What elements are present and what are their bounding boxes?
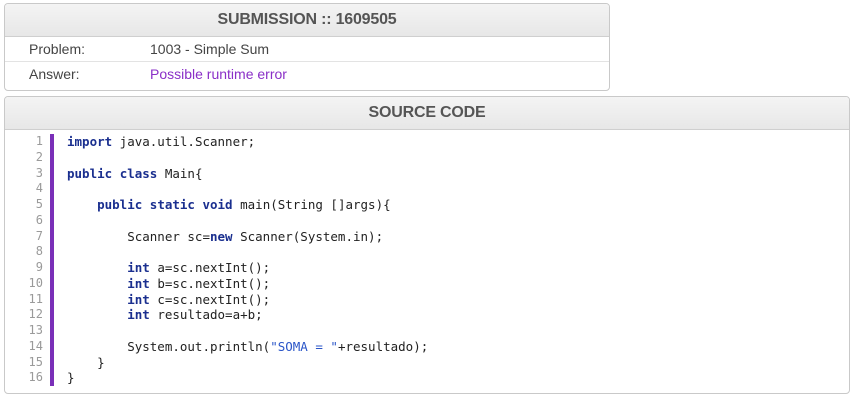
line-number: 11	[28, 291, 43, 306]
code-token: }	[67, 354, 105, 370]
line-number: 16	[28, 370, 43, 385]
code-keyword: import	[67, 134, 113, 149]
code-token: resultado=a+b;	[149, 307, 263, 323]
code-token: }	[67, 370, 75, 386]
answer-value: Possible runtime error	[150, 66, 287, 82]
code-keyword: int	[127, 275, 150, 291]
code-token: Scanner sc=	[67, 228, 210, 244]
line-number: 15	[28, 354, 43, 369]
code-line: public class Main{	[67, 166, 428, 182]
code-line: Scanner sc=new Scanner(System.in);	[67, 229, 428, 245]
line-number: 3	[35, 165, 43, 180]
code-keyword: public	[67, 165, 113, 181]
code-keyword: new	[210, 228, 233, 244]
code-string: "SOMA = "	[270, 338, 338, 354]
line-number-gutter: 1 2 3 4 5 6 7 8 9 10 11 12 13 14 15 16	[5, 134, 43, 386]
code-block[interactable]: import java.util.Scanner; public class M…	[67, 134, 428, 386]
code-line: System.out.println("SOMA = "+resultado);	[67, 339, 428, 355]
code-token: java.util.Scanner;	[112, 134, 256, 149]
gutter-accent-bar	[50, 134, 54, 386]
code-token: +resultado);	[337, 338, 429, 354]
code-token: a=sc.nextInt();	[149, 260, 271, 275]
line-number: 5	[35, 197, 43, 211]
answer-label: Answer:	[29, 66, 80, 82]
line-number: 9	[35, 260, 43, 274]
problem-value: 1003 - Simple Sum	[150, 41, 270, 57]
answer-row: Answer: Possible runtime error	[5, 62, 609, 86]
line-number: 2	[35, 149, 43, 164]
line-number: 12	[28, 307, 43, 322]
submission-panel: SUBMISSION :: 1609505 Problem: 1003 - Si…	[4, 3, 610, 91]
code-keyword: public	[97, 197, 143, 212]
line-number: 14	[28, 338, 43, 353]
source-code-panel: SOURCE CODE 1 2 3 4 5 6 7 8 9 10 11 12 13 14 15 16 impo…	[4, 96, 850, 394]
code-token: System.out.println(	[67, 338, 271, 354]
line-number: 8	[35, 244, 43, 259]
line-number: 13	[28, 323, 43, 337]
code-line: }	[67, 370, 428, 386]
code-line: int resultado=a+b;	[67, 307, 428, 323]
problem-label: Problem:	[29, 41, 86, 57]
source-code-title: SOURCE CODE	[5, 97, 849, 130]
line-number: 4	[35, 181, 43, 196]
code-keyword: int	[127, 307, 150, 323]
code-token: c=sc.nextInt();	[149, 291, 271, 307]
line-number: 10	[28, 275, 43, 290]
code-token: b=sc.nextInt();	[149, 275, 271, 291]
code-line: int b=sc.nextInt();	[67, 276, 428, 292]
code-line: }	[67, 355, 428, 371]
code-line: public static void main(String []args){	[67, 197, 428, 213]
code-keyword: int	[127, 291, 150, 307]
code-token: main(String []args){	[232, 197, 391, 212]
line-number: 7	[35, 228, 43, 243]
code-token: Scanner(System.in);	[232, 228, 384, 244]
problem-row: Problem: 1003 - Simple Sum	[5, 37, 609, 61]
code-line: int c=sc.nextInt();	[67, 292, 428, 308]
code-line: int a=sc.nextInt();	[67, 260, 428, 276]
submission-title: SUBMISSION :: 1609505	[5, 4, 609, 37]
code-token: Main{	[157, 165, 203, 181]
line-number: 6	[35, 212, 43, 227]
line-number: 1	[35, 134, 43, 148]
code-keyword: int	[127, 260, 150, 275]
code-keyword: class	[119, 165, 158, 181]
code-keyword: static	[149, 197, 195, 212]
code-area[interactable]: 1 2 3 4 5 6 7 8 9 10 11 12 13 14 15 16 import java.util…	[5, 130, 849, 386]
code-line: import java.util.Scanner;	[67, 134, 428, 150]
code-keyword: void	[202, 197, 233, 212]
